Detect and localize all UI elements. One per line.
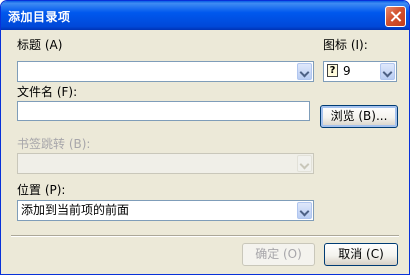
bookmark-label: 书签跳转 (B): xyxy=(17,137,91,151)
icon-combobox[interactable]: ? 9 xyxy=(323,61,397,82)
bookmark-combobox xyxy=(17,153,314,174)
ok-button[interactable]: 确定 (O) xyxy=(242,243,315,266)
position-label: 位置 (P): xyxy=(17,183,66,197)
icon-label: 图标 (I): xyxy=(323,38,368,52)
cancel-button[interactable]: 取消 (C) xyxy=(324,243,398,266)
position-combobox[interactable]: 添加到当前项的前面 xyxy=(17,200,314,221)
filename-input[interactable] xyxy=(17,101,310,121)
browse-button[interactable]: 浏览 (B)... xyxy=(320,105,398,128)
dialog-title: 添加目录项 xyxy=(8,10,71,24)
chevron-down-icon[interactable] xyxy=(297,202,312,219)
add-toc-item-dialog: 添加目录项 标题 (A) 图标 (I): ? 9 文件名 (F): 浏览 (B)… xyxy=(0,0,410,275)
icon-value: 9 xyxy=(343,64,351,78)
chevron-down-icon xyxy=(297,155,312,172)
help-book-icon: ? xyxy=(327,64,338,77)
chevron-down-icon[interactable] xyxy=(297,63,312,80)
filename-label: 文件名 (F): xyxy=(17,85,78,99)
close-icon[interactable] xyxy=(385,6,406,27)
title-label: 标题 (A) xyxy=(17,38,63,52)
title-bar[interactable]: 添加目录项 xyxy=(1,1,409,30)
divider xyxy=(11,235,399,237)
title-combobox[interactable] xyxy=(17,61,314,82)
position-value: 添加到当前项的前面 xyxy=(21,203,130,217)
chevron-down-icon[interactable] xyxy=(380,63,395,80)
